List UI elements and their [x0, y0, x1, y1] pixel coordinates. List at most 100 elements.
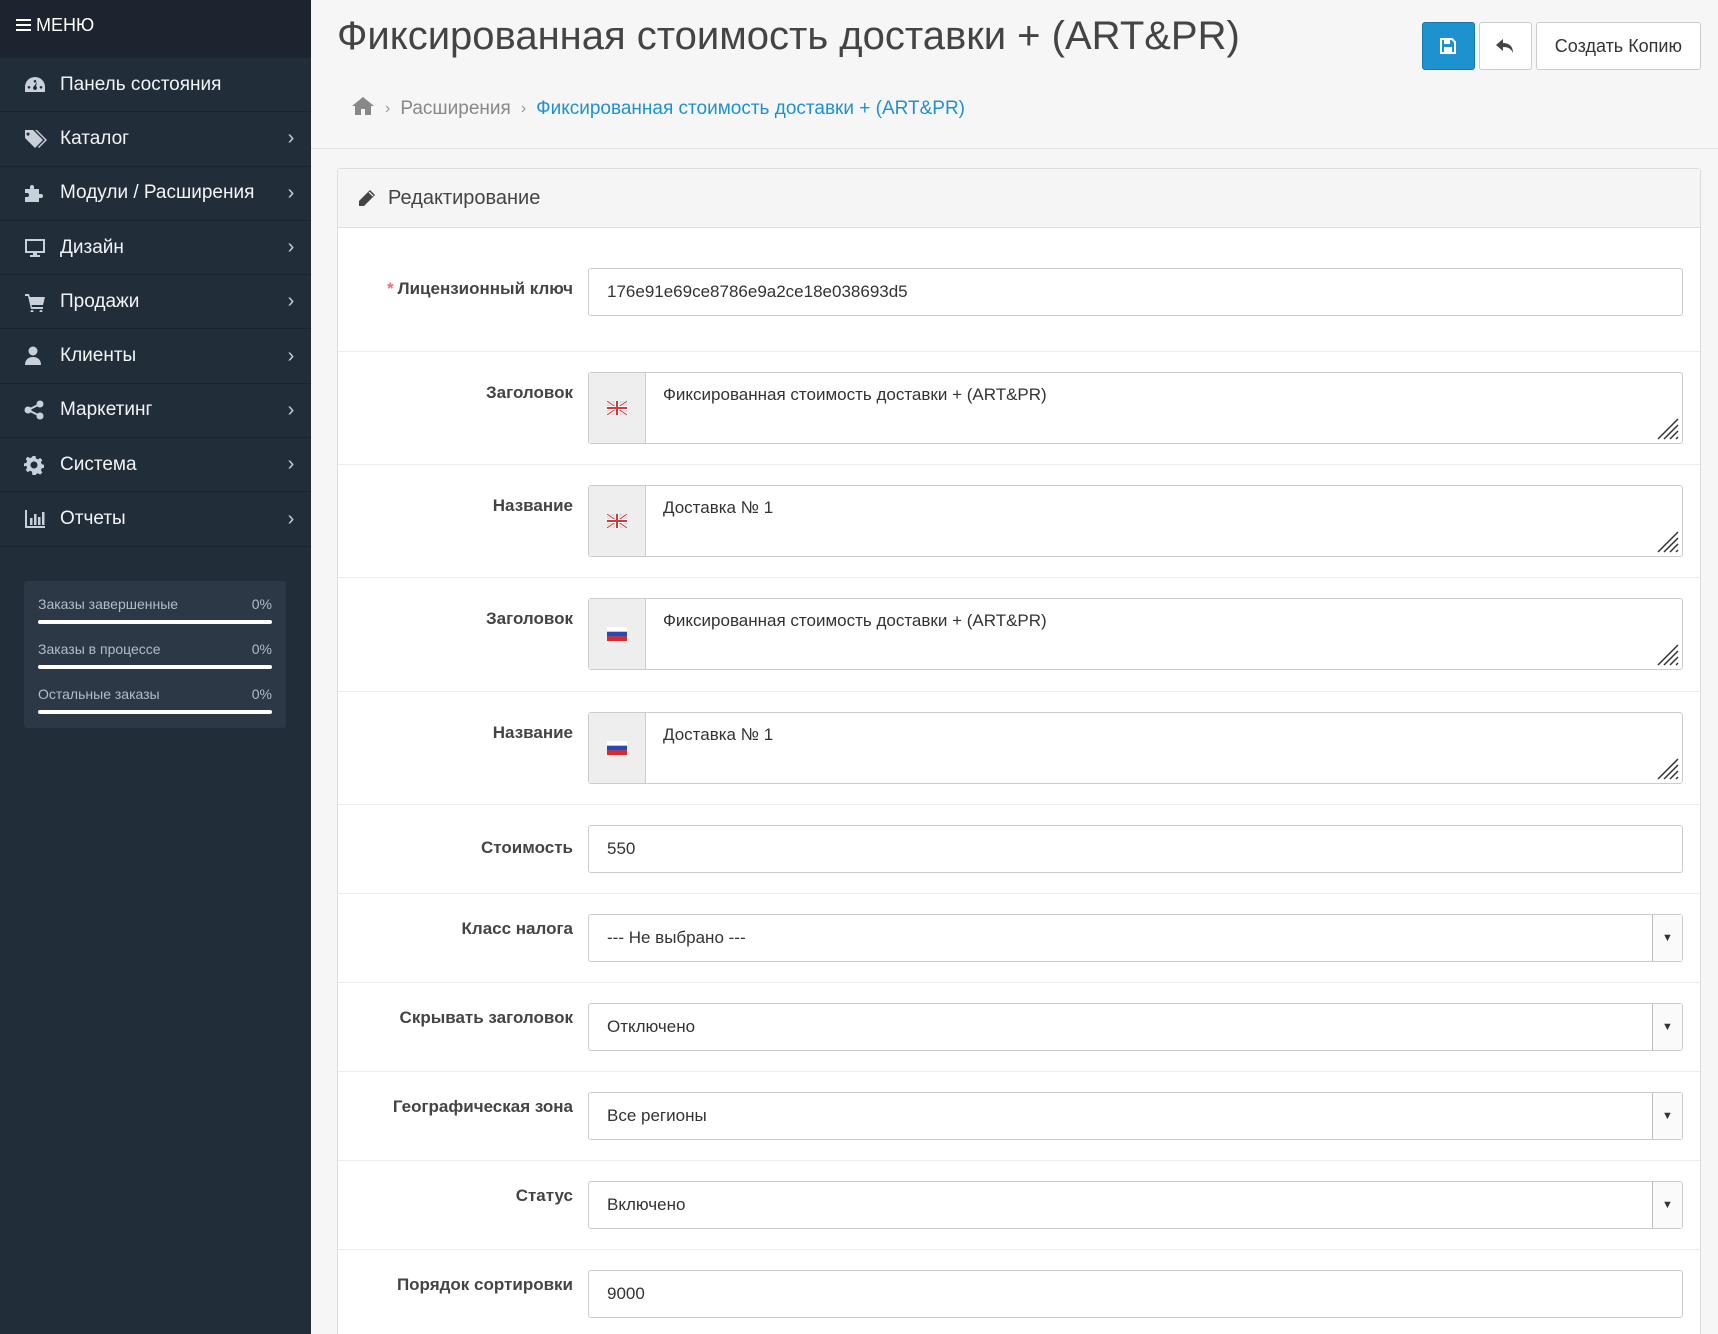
- sidebar-item-dashboard[interactable]: Панель состояния: [0, 58, 311, 113]
- name-en-label: Название: [492, 496, 573, 515]
- cart-icon: [24, 292, 60, 312]
- main-content: Фиксированная стоимость доставки + (ART&…: [311, 0, 1718, 1334]
- ru-flag-icon: [589, 713, 646, 783]
- back-button[interactable]: [1478, 22, 1532, 70]
- form-row-name-ru: Название Доставка № 1: [338, 692, 1700, 805]
- sidebar-item-marketing[interactable]: Маркетинг ›: [0, 384, 311, 439]
- cost-input[interactable]: 550: [588, 825, 1683, 873]
- copy-button[interactable]: Создать Копию: [1535, 22, 1701, 70]
- breadcrumb-separator: ›: [385, 100, 391, 117]
- geo-zone-value: Все регионы: [607, 1106, 707, 1125]
- resize-grip-icon[interactable]: [1654, 755, 1680, 781]
- license-key-input[interactable]: 176e91e69ce8786e9a2ce18e038693d5: [588, 268, 1683, 316]
- sidebar-item-label: Отчеты: [60, 508, 126, 530]
- sidebar-item-label: Маркетинг: [60, 399, 153, 421]
- hide-title-value: Отключено: [607, 1017, 696, 1036]
- title-ru-group: Фиксированная стоимость доставки + (ART&…: [588, 598, 1683, 670]
- form-row-hide-title: Скрывать заголовок Отключено ▼: [338, 983, 1700, 1072]
- title-ru-label: Заголовок: [485, 609, 573, 628]
- sidebar-item-catalog[interactable]: Каталог ›: [0, 112, 311, 167]
- breadcrumb-extensions[interactable]: Расширения: [400, 98, 511, 120]
- breadcrumb: › Расширения › Фиксированная стоимость д…: [351, 96, 965, 122]
- title-en-textarea[interactable]: Фиксированная стоимость доставки + (ART&…: [646, 373, 1682, 443]
- stat-progress-bar: [38, 710, 272, 714]
- page-header: Фиксированная стоимость доставки + (ART&…: [311, 0, 1718, 149]
- resize-grip-icon[interactable]: [1654, 528, 1680, 554]
- puzzle-icon: [24, 183, 60, 203]
- hamburger-icon: [16, 19, 31, 34]
- uk-flag-icon: [589, 373, 646, 443]
- sidebar-item-sales[interactable]: Продажи ›: [0, 275, 311, 330]
- tax-class-label: Класс налога: [461, 919, 573, 938]
- status-label: Статус: [515, 1186, 573, 1205]
- title-ru-textarea[interactable]: Фиксированная стоимость доставки + (ART&…: [646, 599, 1682, 669]
- required-mark: *: [387, 279, 394, 298]
- name-en-textarea[interactable]: Доставка № 1: [646, 486, 1682, 556]
- sidebar-item-label: Дизайн: [60, 236, 124, 258]
- stat-value: 0%: [251, 686, 272, 702]
- title-en-value: Фиксированная стоимость доставки + (ART&…: [663, 385, 1047, 404]
- sidebar-item-extensions[interactable]: Модули / Расширения ›: [0, 167, 311, 221]
- sidebar-item-system[interactable]: Система ›: [0, 438, 311, 493]
- breadcrumb-current[interactable]: Фиксированная стоимость доставки + (ART&…: [536, 98, 965, 120]
- name-ru-textarea[interactable]: Доставка № 1: [646, 713, 1682, 783]
- dashboard-icon: [24, 76, 60, 94]
- bar-chart-icon: [24, 509, 60, 529]
- stat-other: Остальные заказы 0%: [38, 679, 272, 724]
- stat-completed: Заказы завершенные 0%: [38, 589, 272, 634]
- panel-heading: Редактирование: [338, 169, 1700, 228]
- sidebar: МЕНЮ Панель состояния Каталог › Модули /…: [0, 0, 311, 1334]
- chevron-right-icon: ›: [287, 181, 295, 204]
- tags-icon: [24, 129, 60, 149]
- form-row-sort-order: Порядок сортировки 9000: [338, 1250, 1700, 1334]
- form-row-tax-class: Класс налога --- Не выбрано --- ▼: [338, 894, 1700, 983]
- name-ru-group: Доставка № 1: [588, 712, 1683, 784]
- edit-panel: Редактирование * Лицензионный ключ 176e91…: [337, 168, 1701, 1334]
- status-select[interactable]: Включено ▼: [588, 1181, 1683, 1229]
- dropdown-arrow-icon[interactable]: ▼: [1652, 915, 1682, 961]
- sidebar-item-label: Панель состояния: [60, 73, 222, 95]
- hide-title-select[interactable]: Отключено ▼: [588, 1003, 1683, 1051]
- chevron-right-icon: ›: [287, 290, 295, 313]
- home-icon[interactable]: [351, 96, 375, 122]
- geo-zone-label: Географическая зона: [392, 1097, 573, 1116]
- stat-value: 0%: [251, 641, 272, 657]
- dropdown-arrow-icon[interactable]: ▼: [1652, 1182, 1682, 1228]
- chevron-right-icon: ›: [287, 127, 295, 150]
- uk-flag-icon: [589, 486, 646, 556]
- resize-grip-icon[interactable]: [1654, 415, 1680, 441]
- geo-zone-select[interactable]: Все регионы ▼: [588, 1092, 1683, 1140]
- save-button[interactable]: [1421, 22, 1475, 70]
- stat-label: Заказы в процессе: [38, 641, 161, 657]
- sidebar-item-design[interactable]: Дизайн ›: [0, 221, 311, 276]
- license-label-text: Лицензионный ключ: [397, 279, 573, 298]
- form-row-geo-zone: Географическая зона Все регионы ▼: [338, 1072, 1700, 1161]
- panel-title: Редактирование: [388, 186, 541, 209]
- name-ru-label: Название: [492, 723, 573, 742]
- desktop-icon: [24, 238, 60, 258]
- tax-class-select[interactable]: --- Не выбрано --- ▼: [588, 914, 1683, 962]
- name-ru-value: Доставка № 1: [663, 725, 774, 744]
- sort-order-label: Порядок сортировки: [396, 1275, 573, 1294]
- form-row-status: Статус Включено ▼: [338, 1161, 1700, 1250]
- dropdown-arrow-icon[interactable]: ▼: [1652, 1093, 1682, 1139]
- breadcrumb-separator: ›: [520, 100, 527, 117]
- hide-title-label: Скрывать заголовок: [399, 1008, 573, 1027]
- sort-order-input[interactable]: 9000: [588, 1270, 1683, 1318]
- sidebar-item-customers[interactable]: Клиенты ›: [0, 329, 311, 384]
- sidebar-item-label: Модули / Расширения: [60, 182, 255, 204]
- header-actions: Создать Копию: [1421, 22, 1701, 70]
- tax-class-value: --- Не выбрано ---: [607, 928, 746, 947]
- name-en-group: Доставка № 1: [588, 485, 1683, 557]
- reply-icon: [1496, 39, 1514, 53]
- stat-progress-bar: [38, 620, 272, 624]
- resize-grip-icon[interactable]: [1654, 641, 1680, 667]
- sidebar-item-reports[interactable]: Отчеты ›: [0, 492, 311, 547]
- pencil-icon: [359, 190, 375, 206]
- chevron-right-icon: ›: [287, 507, 295, 530]
- title-en-group: Фиксированная стоимость доставки + (ART&…: [588, 372, 1683, 444]
- menu-title: МЕНЮ: [36, 15, 95, 35]
- dropdown-arrow-icon[interactable]: ▼: [1652, 1004, 1682, 1050]
- sidebar-item-label: Каталог: [60, 127, 130, 149]
- menu-toggle[interactable]: МЕНЮ: [0, 0, 311, 58]
